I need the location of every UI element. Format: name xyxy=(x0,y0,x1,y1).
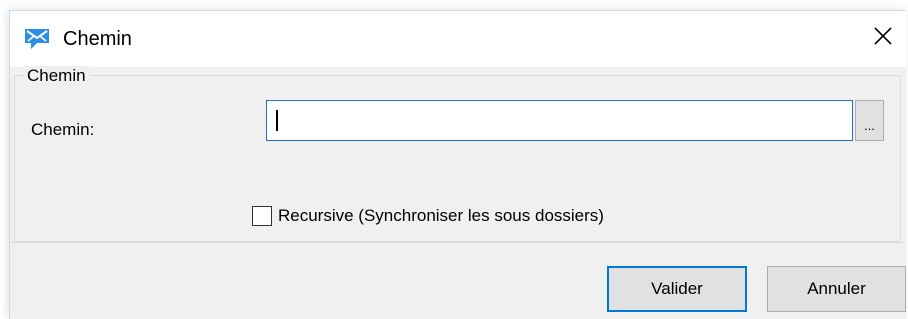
text-caret xyxy=(276,110,278,131)
sync-mail-icon xyxy=(23,26,51,52)
cancel-button[interactable]: Annuler xyxy=(767,266,906,312)
validate-button[interactable]: Valider xyxy=(607,266,747,312)
group-legend: Chemin xyxy=(24,66,90,86)
close-icon xyxy=(873,26,893,51)
recursive-checkbox[interactable] xyxy=(252,206,272,226)
divider xyxy=(10,242,906,243)
recursive-option[interactable]: Recursive (Synchroniser les sous dossier… xyxy=(252,206,604,226)
title-bar: Chemin xyxy=(10,11,906,67)
recursive-label: Recursive (Synchroniser les sous dossier… xyxy=(278,206,604,225)
path-dialog: Chemin Chemin Chemin: ... Recursive (Syn… xyxy=(9,10,906,319)
window-title: Chemin xyxy=(63,28,132,50)
path-input[interactable] xyxy=(266,100,853,141)
close-button[interactable] xyxy=(866,21,900,55)
path-label: Chemin: xyxy=(31,120,95,139)
browse-button[interactable]: ... xyxy=(855,100,884,141)
